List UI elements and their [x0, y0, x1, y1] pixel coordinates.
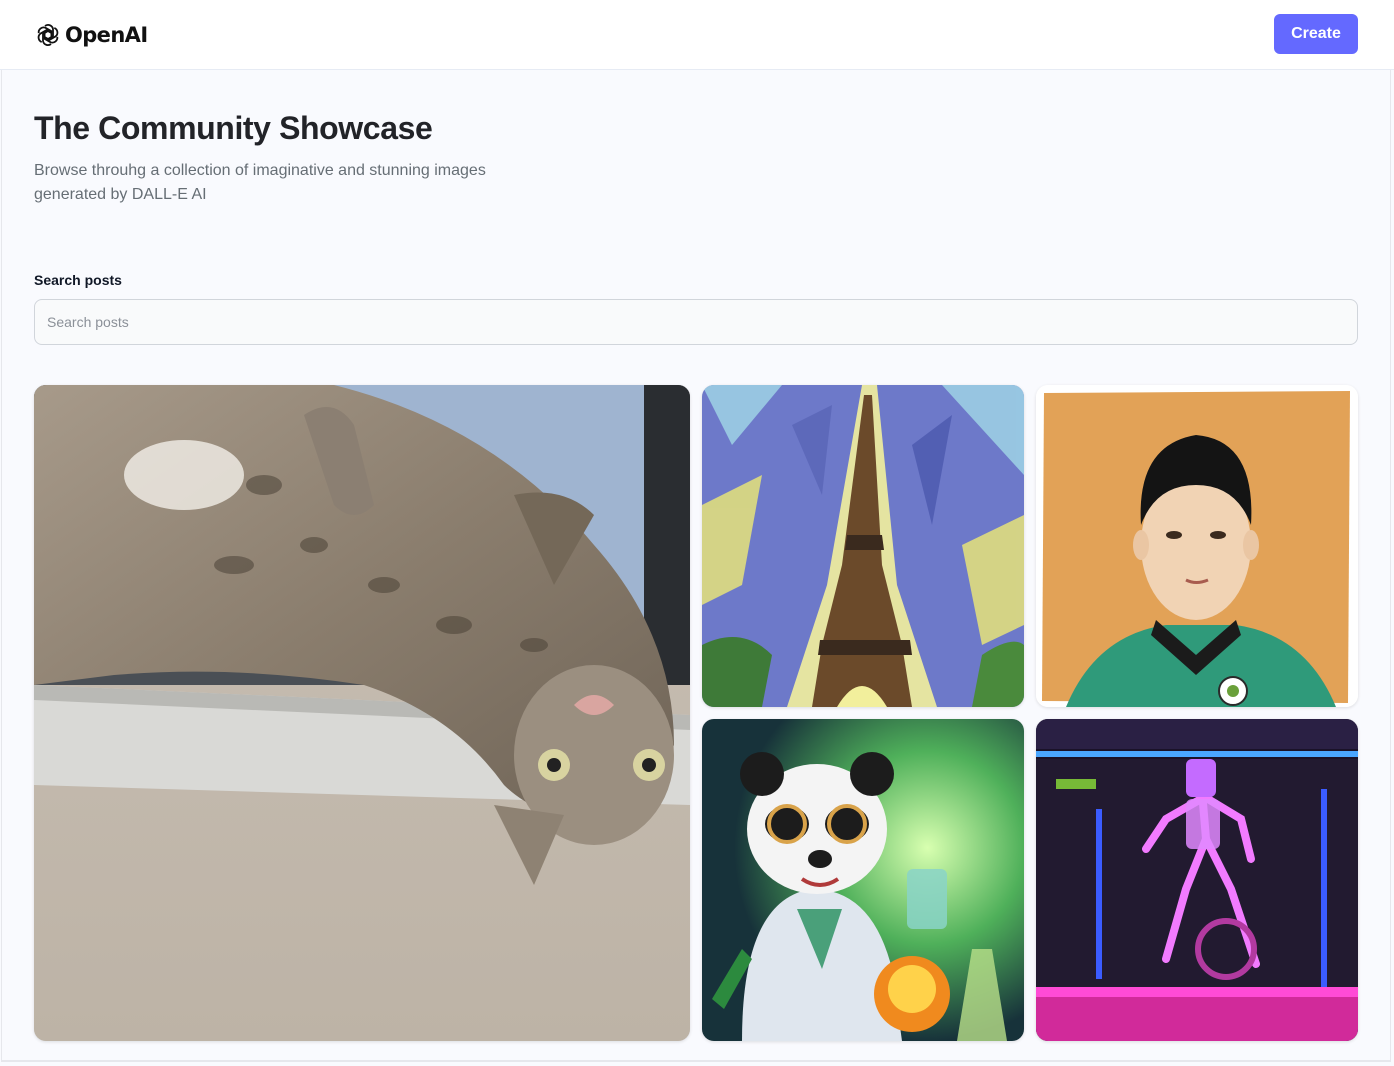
gallery-card-boy-portrait[interactable] [1036, 385, 1358, 707]
search-input[interactable] [34, 299, 1358, 345]
gallery-card-cat[interactable] [34, 385, 690, 1041]
page-title: The Community Showcase [34, 110, 433, 146]
boy-portrait-image [1036, 385, 1358, 707]
cat-image [34, 385, 690, 1041]
eiffel-tower-image [702, 385, 1024, 707]
create-button[interactable]: Create [1274, 14, 1358, 54]
neon-robot-image [1036, 719, 1358, 1041]
panda-scientist-image [702, 719, 1024, 1041]
gallery-card-eiffel-tower[interactable] [702, 385, 1024, 707]
logo-text: OpenAI [65, 23, 148, 47]
openai-logo-icon [37, 24, 59, 46]
page-subtitle: Browse throuhg a collection of imaginati… [34, 162, 486, 203]
gallery-card-panda-scientist[interactable] [702, 719, 1024, 1041]
search-label: Search posts [34, 272, 122, 288]
top-nav: OpenAI Create [0, 0, 1394, 70]
gallery-card-neon-robot[interactable] [1036, 719, 1358, 1041]
openai-logo-link[interactable]: OpenAI [34, 20, 148, 50]
